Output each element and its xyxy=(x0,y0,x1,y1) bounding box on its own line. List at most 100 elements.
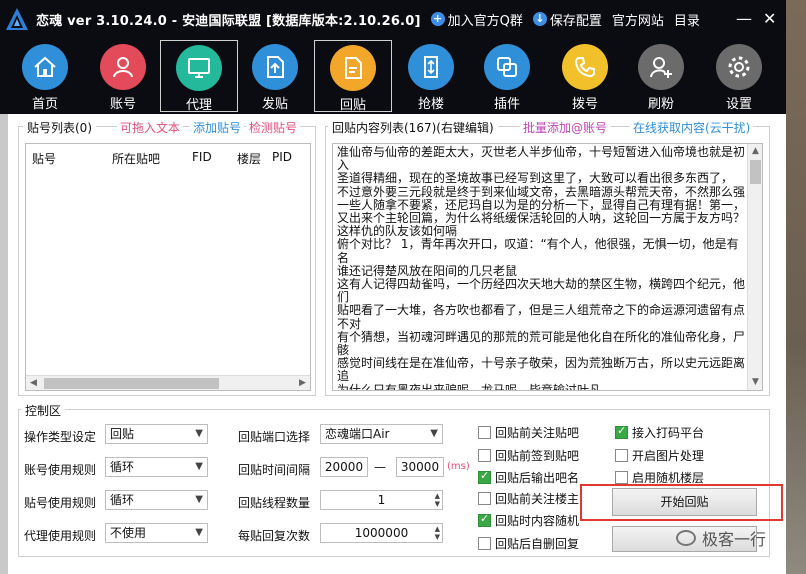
reply-content-vscroll[interactable]: ▲ ▼ xyxy=(747,144,762,390)
minimize-button[interactable]: — xyxy=(736,9,752,28)
tool-grab-floor[interactable]: 抢楼 xyxy=(392,40,470,112)
col-floor[interactable]: 楼层 xyxy=(237,150,261,167)
chevron-down-icon: ▼ xyxy=(195,527,203,538)
account-rule-value: 循环 xyxy=(110,460,135,474)
checkbox-box[interactable] xyxy=(478,449,491,462)
watermark-text: 极客一行 xyxy=(702,530,767,549)
checkbox-image-process[interactable]: 开启图片处理 xyxy=(615,447,704,464)
post-rule-select[interactable]: 循环 ▼ xyxy=(105,490,208,510)
stepper-arrows-icon[interactable]: ▲ ▼ xyxy=(435,492,440,508)
checkbox-box[interactable] xyxy=(615,471,628,484)
tool-account[interactable]: 账号 xyxy=(84,40,162,112)
col-fid[interactable]: FID xyxy=(192,150,212,164)
checkbox-label: 回贴前签到贴吧 xyxy=(495,449,580,463)
threads-stepper[interactable]: 1 ▲ ▼ xyxy=(320,490,443,510)
save-config-link[interactable]: ↓ 保存配置 xyxy=(532,10,602,29)
interval-to-input[interactable]: 30000 xyxy=(396,457,444,477)
checkbox-box[interactable] xyxy=(478,492,491,505)
threads-label: 回贴线程数量 xyxy=(238,496,311,510)
tool-account-label: 账号 xyxy=(109,97,136,112)
tool-fans[interactable]: 刷粉 xyxy=(622,40,700,112)
control-title: 控制区 xyxy=(21,402,66,419)
account-rule-select[interactable]: 循环 ▼ xyxy=(105,457,208,477)
add-post-link[interactable]: 添加贴号 xyxy=(190,119,245,136)
posts-list-title: 贴号列表(0) xyxy=(23,119,96,136)
op-type-value: 回贴 xyxy=(110,427,135,441)
reply-content-text: 准仙帝与仙帝的差距太大，灭世老人半步仙帝，十号短暂进入仙帝境也就是初入 圣道得精… xyxy=(337,145,746,391)
tool-dial[interactable]: 拨号 xyxy=(546,40,624,112)
chevron-down-icon: ▼ xyxy=(195,428,203,439)
catalog-link[interactable]: 目录 xyxy=(674,10,700,29)
check-post-link[interactable]: 检测贴号 xyxy=(246,119,301,136)
checkbox-output-forum-name[interactable]: 回贴后输出吧名 xyxy=(478,469,579,486)
upload-doc-icon xyxy=(252,44,298,90)
post-rule-label: 贴号使用规则 xyxy=(24,496,97,510)
scroll-up-icon[interactable]: ▲ xyxy=(748,144,762,159)
official-site-link[interactable]: 官方网站 xyxy=(612,10,664,29)
col-forum[interactable]: 所在贴吧 xyxy=(112,150,160,167)
per-post-stepper[interactable]: 1000000 ▲ ▼ xyxy=(320,523,443,543)
tool-settings-label: 设置 xyxy=(725,97,752,112)
tool-reply-label: 回贴 xyxy=(339,98,366,113)
app-logo-icon xyxy=(6,8,28,30)
checkbox-follow-forum[interactable]: 回贴前关注贴吧 xyxy=(478,424,579,441)
port-label: 回贴端口选择 xyxy=(238,430,311,444)
checkbox-box[interactable] xyxy=(478,537,491,550)
scroll-down-icon[interactable]: ▼ xyxy=(748,375,762,390)
scroll-left-icon[interactable]: ◀ xyxy=(26,376,41,391)
interval-from-input[interactable]: 20000 xyxy=(320,457,368,477)
port-select[interactable]: 恋魂端口Air ▼ xyxy=(320,424,443,444)
tool-post-label: 发贴 xyxy=(261,97,288,112)
join-qq-group-link[interactable]: + 加入官方Q群 xyxy=(430,10,523,29)
account-rule-label: 账号使用规则 xyxy=(24,463,97,477)
join-qq-group-label: 加入官方Q群 xyxy=(447,13,523,29)
scroll-right-icon[interactable]: ▶ xyxy=(295,376,310,391)
checkbox-box[interactable] xyxy=(615,449,628,462)
checkbox-random-content[interactable]: 回贴时内容随机 xyxy=(478,512,579,529)
hscroll-thumb[interactable] xyxy=(44,378,219,389)
checkbox-follow-op[interactable]: 回贴前关注楼主 xyxy=(478,490,579,507)
tool-reply[interactable]: 回贴 xyxy=(314,40,392,113)
wechat-icon xyxy=(676,530,696,546)
checkbox-box[interactable] xyxy=(478,512,491,527)
proxy-rule-label: 代理使用规则 xyxy=(24,529,97,543)
checkbox-self-delete[interactable]: 回贴后自删回复 xyxy=(478,535,579,552)
posts-list-hscroll[interactable]: ◀ ▶ xyxy=(26,375,310,390)
tool-post[interactable]: 发贴 xyxy=(236,40,314,112)
checkbox-label: 接入打码平台 xyxy=(632,426,705,440)
checkbox-box[interactable] xyxy=(615,424,628,439)
plus-circle-icon: + xyxy=(430,12,445,26)
fetch-online-content-link[interactable]: 在线获取内容(云干扰) xyxy=(630,119,754,136)
checkbox-label: 回贴时内容随机 xyxy=(495,514,580,528)
op-type-select[interactable]: 回贴 ▼ xyxy=(105,424,208,444)
checkbox-box[interactable] xyxy=(478,469,491,484)
posts-list-table[interactable]: 贴号 所在贴吧 FID 楼层 PID ◀ ▶ xyxy=(25,143,311,391)
proxy-rule-select[interactable]: 不使用 ▼ xyxy=(105,523,208,543)
proxy-rule-value: 不使用 xyxy=(110,526,147,540)
batch-add-account-link[interactable]: 批量添加@账号 xyxy=(520,119,611,136)
op-type-label: 操作类型设定 xyxy=(24,430,97,444)
post-rule-value: 循环 xyxy=(110,493,135,507)
checkbox-box[interactable] xyxy=(478,426,491,439)
tool-settings[interactable]: 设置 xyxy=(700,40,778,112)
col-post-id[interactable]: 贴号 xyxy=(32,150,56,167)
tool-plugin-label: 插件 xyxy=(493,97,520,112)
stepper-arrows-icon[interactable]: ▲ ▼ xyxy=(435,525,440,541)
desktop-background xyxy=(786,0,806,574)
tool-plugin[interactable]: 插件 xyxy=(468,40,546,112)
watermark: 极客一行 xyxy=(676,526,766,550)
tool-proxy[interactable]: 代理 xyxy=(160,40,238,113)
tool-home[interactable]: 首页 xyxy=(6,40,84,112)
main-toolbar: 首页 账号 代理 发贴 回贴 抢楼 插件 拨号 刷粉 设置 xyxy=(0,38,786,114)
phone-icon xyxy=(562,44,608,90)
checkbox-captcha-platform[interactable]: 接入打码平台 xyxy=(615,424,704,441)
home-icon xyxy=(22,44,68,90)
close-button[interactable]: ✕ xyxy=(763,9,776,28)
per-post-value: 1000000 xyxy=(354,526,409,540)
checkbox-sign-forum[interactable]: 回贴前签到贴吧 xyxy=(478,447,579,464)
vscroll-thumb[interactable] xyxy=(750,160,761,184)
col-pid[interactable]: PID xyxy=(272,150,292,164)
tool-proxy-label: 代理 xyxy=(185,98,212,113)
reply-content-list[interactable]: 准仙帝与仙帝的差距太大，灭世老人半步仙帝，十号短暂进入仙帝境也就是初入 圣道得精… xyxy=(332,143,763,391)
drag-text-link[interactable]: 可拖入文本 xyxy=(117,119,184,136)
